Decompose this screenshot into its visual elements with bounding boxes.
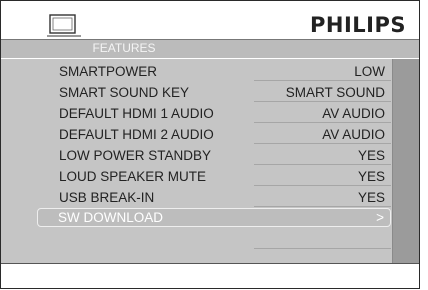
row-divider [254, 248, 391, 249]
menu-item-smartpower[interactable]: SMARTPOWER LOW [29, 61, 391, 82]
menu-title: FEATURES [92, 41, 156, 55]
menu-item-value: YES [357, 169, 385, 184]
osd-menu-window: PHILIPS FEATURES SMARTPOWER LOW SMART SO… [0, 0, 420, 289]
menu-item-label: SMARTPOWER [59, 64, 158, 79]
menu-item-label: SMART SOUND KEY [59, 85, 190, 100]
menu-item-usb-break-in[interactable]: USB BREAK-IN YES [29, 187, 391, 208]
menu-item-label: USB BREAK-IN [59, 190, 155, 205]
tv-icon [47, 14, 81, 40]
menu-item-sw-download[interactable]: SW DOWNLOAD > [37, 208, 391, 227]
chevron-right-icon: > [376, 210, 384, 225]
menu-item-label: SW DOWNLOAD [58, 210, 164, 225]
menu-footer [1, 263, 419, 288]
menu-item-label: DEFAULT HDMI 2 AUDIO [59, 127, 214, 142]
menu-item-value: AV AUDIO [322, 106, 385, 121]
menu-item-loud-speaker-mute[interactable]: LOUD SPEAKER MUTE YES [29, 166, 391, 187]
menu-item-value: YES [357, 148, 385, 163]
menu-item-default-hdmi-2-audio[interactable]: DEFAULT HDMI 2 AUDIO AV AUDIO [29, 124, 391, 145]
menu-item-value: SMART SOUND [285, 85, 385, 100]
menu-item-label: LOUD SPEAKER MUTE [59, 169, 207, 184]
menu-item-label: DEFAULT HDMI 1 AUDIO [59, 106, 214, 121]
menu-item-low-power-standby[interactable]: LOW POWER STANDBY YES [29, 145, 391, 166]
menu-item-value: LOW [354, 64, 385, 79]
brand-logo: PHILIPS [310, 13, 406, 37]
scroll-column[interactable] [392, 59, 419, 263]
menu-item-smart-sound-key[interactable]: SMART SOUND KEY SMART SOUND [29, 82, 391, 103]
menu-header: PHILIPS [1, 1, 419, 40]
menu-item-label: LOW POWER STANDBY [59, 148, 212, 163]
menu-item-default-hdmi-1-audio[interactable]: DEFAULT HDMI 1 AUDIO AV AUDIO [29, 103, 391, 124]
menu-title-bar: FEATURES [1, 40, 419, 58]
menu-item-value: YES [357, 190, 385, 205]
menu-item-value: AV AUDIO [322, 127, 385, 142]
